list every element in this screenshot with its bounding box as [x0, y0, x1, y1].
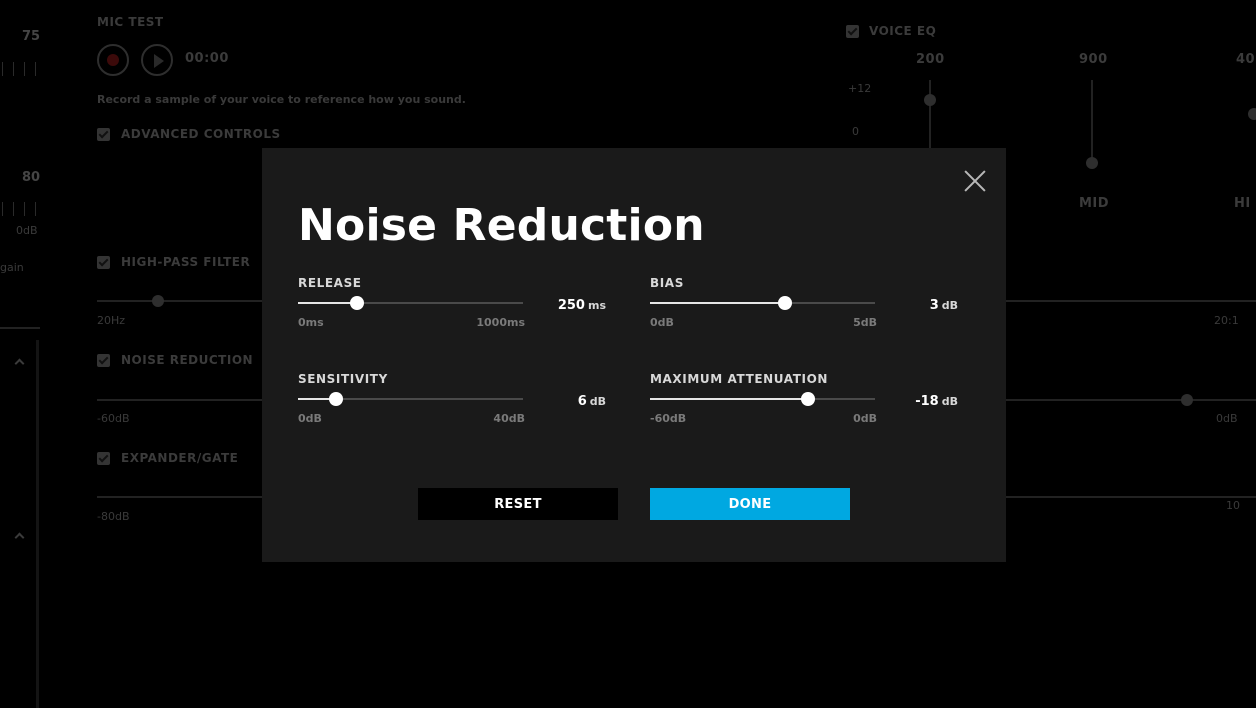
- release-min-label: 0ms: [298, 316, 324, 329]
- release-slider-fill: [298, 302, 357, 304]
- eq-band-1-slider[interactable]: [929, 80, 931, 150]
- release-value: 250: [557, 298, 585, 313]
- left-level-top: 75: [22, 29, 41, 44]
- bias-label: BIAS: [650, 276, 684, 290]
- max-attenuation-value: -18: [915, 394, 939, 409]
- record-button[interactable]: [97, 44, 129, 76]
- left-level-middle: 80: [22, 170, 41, 185]
- mic-test-time: 00:00: [185, 51, 229, 66]
- max-attenuation-slider-knob[interactable]: [800, 392, 815, 406]
- bias-max-label: 5dB: [853, 316, 877, 329]
- expander-gate-label: EXPANDER/GATE: [121, 451, 239, 465]
- hpf-min-label: 20Hz: [97, 314, 126, 327]
- release-value-display: 250 ms: [558, 294, 606, 313]
- voice-eq-checkbox[interactable]: [846, 25, 859, 38]
- nr-max-label: 0dB: [1216, 412, 1238, 425]
- left-meter-top: [2, 62, 36, 76]
- sensitivity-value-display: 6 dB: [578, 390, 606, 409]
- release-unit: ms: [587, 299, 606, 312]
- bias-slider-knob[interactable]: [778, 296, 792, 310]
- eq-freq-2: 900: [1079, 52, 1108, 67]
- close-icon[interactable]: [964, 170, 986, 192]
- max-attenuation-min-label: -60dB: [650, 412, 687, 425]
- advanced-controls-label: ADVANCED CONTROLS: [121, 127, 281, 141]
- mic-test-heading: MIC TEST: [97, 15, 164, 29]
- sensitivity-min-label: 0dB: [298, 412, 322, 425]
- release-slider-knob[interactable]: [349, 296, 364, 310]
- expander-gate-checkbox[interactable]: [97, 452, 110, 465]
- bias-value: 3: [929, 298, 939, 313]
- high-pass-filter-label: HIGH-PASS FILTER: [121, 255, 251, 269]
- sensitivity-label: SENSITIVITY: [298, 372, 388, 386]
- eq-band-1-knob[interactable]: [924, 94, 936, 106]
- release-label: RELEASE: [298, 276, 362, 290]
- max-attenuation-value-display: -18 dB: [915, 390, 958, 409]
- sensitivity-unit: dB: [589, 395, 606, 408]
- left-db-label: 0dB: [16, 224, 38, 237]
- bias-control: BIAS 0dB 5dB 3 dB: [650, 276, 962, 346]
- left-scrollbar[interactable]: [36, 340, 39, 708]
- eq-freq-3: 40: [1236, 52, 1256, 67]
- eq-db-zero: 0: [852, 125, 859, 138]
- release-slider[interactable]: [298, 296, 523, 310]
- reset-button[interactable]: RESET: [418, 488, 618, 520]
- max-attenuation-slider-fill: [650, 398, 808, 400]
- dialog-title: Noise Reduction: [298, 200, 705, 251]
- sensitivity-max-label: 40dB: [493, 412, 525, 425]
- noise-reduction-label: NOISE REDUCTION: [121, 353, 254, 367]
- sensitivity-slider-knob[interactable]: [329, 392, 344, 406]
- play-button[interactable]: [141, 44, 173, 76]
- sensitivity-value: 6: [577, 394, 587, 409]
- left-divider: [0, 327, 40, 329]
- eq-band-hi-label: HI: [1234, 196, 1251, 211]
- eq-db-high: +12: [848, 82, 872, 95]
- mic-test-description: Record a sample of your voice to referen…: [97, 93, 466, 106]
- eq-band-2-knob[interactable]: [1086, 157, 1098, 169]
- voice-eq-label: VOICE EQ: [869, 24, 937, 38]
- left-meter-middle: [2, 202, 36, 216]
- high-pass-filter-checkbox[interactable]: [97, 256, 110, 269]
- max-attenuation-slider[interactable]: [650, 392, 875, 406]
- hpf-max-label: 20:1: [1214, 314, 1239, 327]
- eq-freq-1: 200: [916, 52, 945, 67]
- gate-min-label: -80dB: [97, 510, 130, 523]
- eq-band-3-knob[interactable]: [1248, 108, 1256, 120]
- max-attenuation-max-label: 0dB: [853, 412, 877, 425]
- bias-value-display: 3 dB: [930, 294, 958, 313]
- max-attenuation-unit: dB: [941, 395, 958, 408]
- bias-slider-fill: [650, 302, 785, 304]
- sensitivity-slider[interactable]: [298, 392, 523, 406]
- noise-reduction-knob[interactable]: [1181, 394, 1193, 406]
- high-pass-filter-knob[interactable]: [152, 295, 164, 307]
- nr-min-label: -60dB: [97, 412, 130, 425]
- collapse-chevron-up-icon-2[interactable]: [14, 532, 25, 543]
- noise-reduction-dialog: Noise Reduction RELEASE 0ms 1000ms 250 ms…: [262, 148, 1006, 562]
- release-max-label: 1000ms: [476, 316, 525, 329]
- advanced-controls-checkbox[interactable]: [97, 128, 110, 141]
- record-icon: [107, 54, 119, 66]
- eq-band-2-slider[interactable]: [1091, 80, 1093, 160]
- max-attenuation-control: MAXIMUM ATTENUATION -60dB 0dB -18 dB: [650, 372, 962, 442]
- bias-unit: dB: [941, 299, 958, 312]
- release-control: RELEASE 0ms 1000ms 250 ms: [298, 276, 610, 346]
- done-button[interactable]: DONE: [650, 488, 850, 520]
- max-attenuation-label: MAXIMUM ATTENUATION: [650, 372, 829, 386]
- sensitivity-control: SENSITIVITY 0dB 40dB 6 dB: [298, 372, 610, 442]
- collapse-chevron-up-icon[interactable]: [14, 358, 25, 369]
- noise-reduction-checkbox[interactable]: [97, 354, 110, 367]
- bias-slider[interactable]: [650, 296, 875, 310]
- gate-max-label: 10: [1226, 499, 1240, 512]
- left-gain-label: gain: [0, 261, 24, 274]
- play-icon: [154, 54, 164, 68]
- eq-band-mid-label: MID: [1079, 196, 1110, 211]
- bias-min-label: 0dB: [650, 316, 674, 329]
